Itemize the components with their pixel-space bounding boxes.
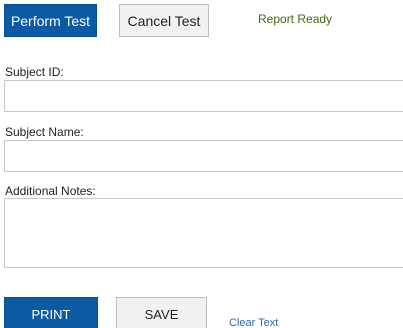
- clear-text-link[interactable]: Clear Text: [229, 317, 278, 328]
- print-button[interactable]: PRINT: [4, 297, 98, 328]
- additional-notes-wrap: [0, 198, 403, 268]
- additional-notes-label: Additional Notes:: [5, 184, 96, 198]
- subject-name-wrap: [0, 140, 403, 172]
- status-text: Report Ready: [258, 12, 333, 26]
- save-button[interactable]: SAVE: [116, 297, 207, 328]
- perform-test-button[interactable]: Perform Test: [4, 4, 97, 37]
- subject-id-label: Subject ID:: [5, 65, 64, 79]
- subject-name-label: Subject Name:: [5, 125, 84, 139]
- cancel-test-button[interactable]: Cancel Test: [119, 4, 209, 37]
- additional-notes-textarea[interactable]: [4, 198, 403, 268]
- subject-id-wrap: [0, 80, 403, 112]
- subject-name-input[interactable]: [4, 140, 403, 172]
- subject-id-input[interactable]: [4, 80, 403, 112]
- test-report-form: Perform Test Cancel Test Report Ready Su…: [0, 0, 403, 328]
